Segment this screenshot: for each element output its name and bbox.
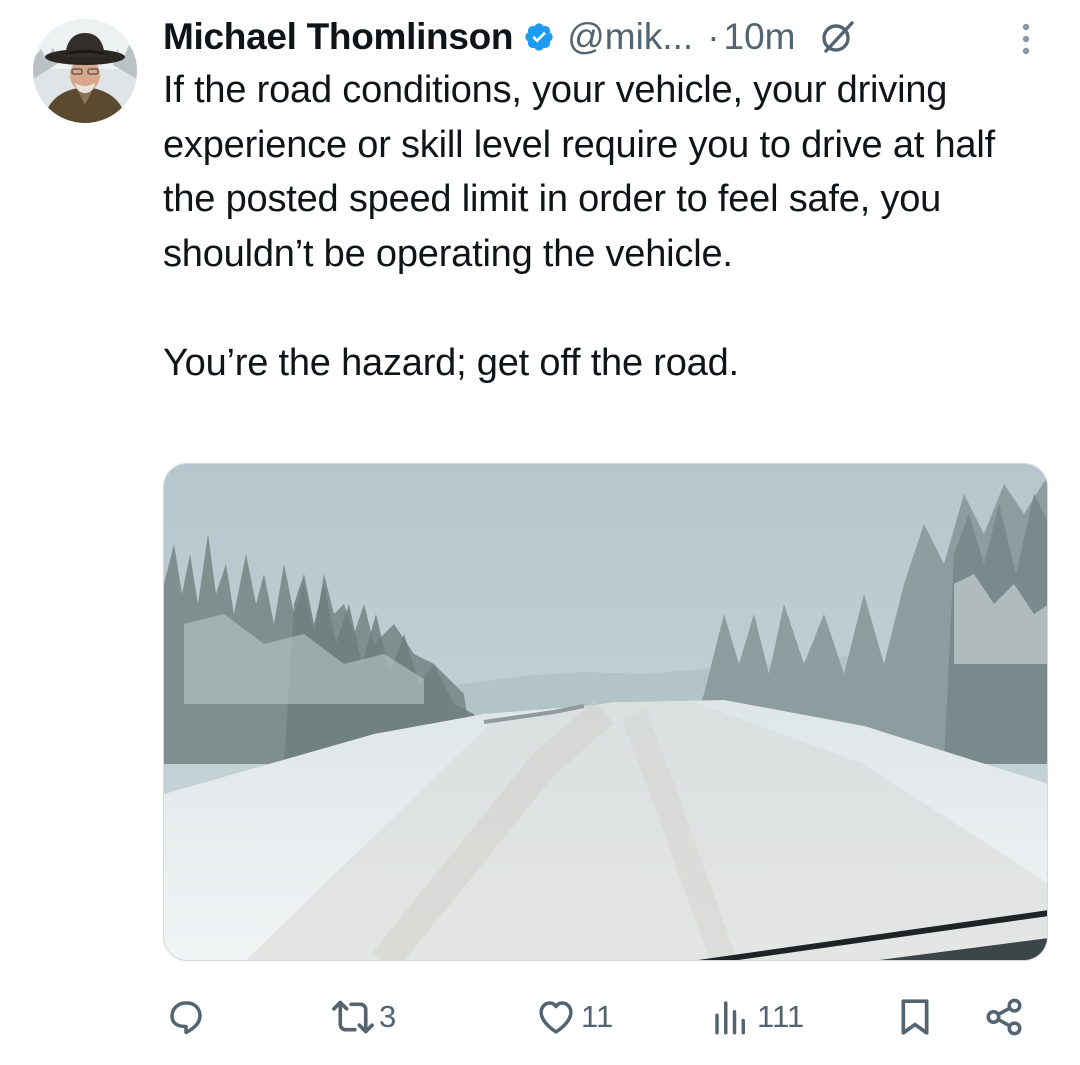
bookmark-icon [901,999,929,1035]
author-name[interactable]: Michael Thomlinson [163,16,514,58]
separator-dot: · [707,16,720,57]
retweet-button[interactable]: 3 [331,985,396,1049]
tweet-text-paragraph: You’re the hazard; get off the road. [163,341,739,384]
views-button[interactable]: 111 [709,985,804,1049]
retweet-icon [332,1000,374,1034]
grok-icon[interactable] [818,17,858,57]
tweet-actions: 3 11 111 [163,985,1048,1049]
author-handle[interactable]: @mik... [567,16,693,58]
share-button[interactable] [983,985,1025,1049]
like-button[interactable]: 11 [535,985,613,1049]
like-count: 11 [581,999,614,1034]
tweet-header: Michael Thomlinson @mik... · 10m [163,12,1063,62]
tweet-text: If the road conditions, your vehicle, yo… [163,63,1053,390]
avatar-image [33,19,137,123]
verified-badge-icon [523,21,555,53]
heart-icon [539,1001,573,1034]
share-icon [986,998,1022,1036]
snow-road-image [164,464,1047,960]
views-icon [715,1001,745,1035]
tweet-photo[interactable] [163,463,1048,961]
more-vertical-icon[interactable] [1016,22,1036,56]
timestamp[interactable]: 10m [724,16,796,58]
reply-button[interactable] [165,985,211,1049]
tweet-text-paragraph: If the road conditions, your vehicle, yo… [163,69,995,275]
reply-icon [170,1001,202,1035]
views-count: 111 [757,999,805,1034]
bookmark-button[interactable] [895,985,935,1049]
avatar[interactable] [33,19,137,123]
retweet-count: 3 [379,999,397,1034]
